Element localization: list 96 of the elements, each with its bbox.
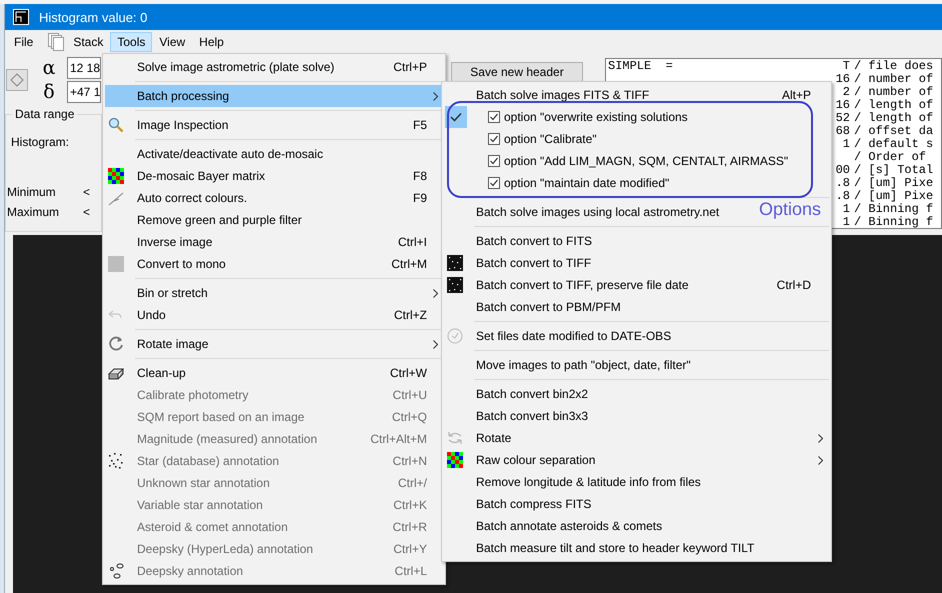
header-comment: / file does	[854, 60, 934, 73]
menu-item[interactable]: Clean-up Ctrl+W	[105, 362, 443, 384]
header-keyword: SIMPLE =	[608, 59, 673, 73]
magnifier-icon	[108, 117, 124, 133]
header-value: .8	[836, 189, 850, 203]
menu-bar-item[interactable]: View	[152, 32, 192, 52]
save-header-button[interactable]: Save new header	[451, 62, 583, 82]
header-comment: / Order of	[854, 151, 926, 164]
menu-item[interactable]: Batch convert to TIFF, preserve file date Ctrl+D	[444, 274, 829, 296]
header-comment: / default s	[854, 138, 934, 151]
menu-bar-item[interactable]: Stack	[66, 32, 110, 52]
app-icon	[13, 9, 29, 25]
chevron-right-icon	[818, 456, 822, 464]
menu-item[interactable]: Auto correct colours. F9	[105, 187, 443, 209]
pages-icon	[48, 33, 64, 51]
header-value: T	[842, 59, 850, 73]
header-comment: / number of	[854, 86, 934, 99]
menu-item[interactable]: Inverse image Ctrl+I	[105, 231, 443, 253]
menu-bar-item[interactable]: File	[7, 32, 40, 52]
window-title: Histogram value: 0	[39, 10, 148, 24]
coordinate-field[interactable]: +47 1	[67, 81, 101, 103]
color-grid-icon	[108, 168, 124, 184]
menu-item[interactable]: option "Calibrate"	[444, 128, 829, 150]
menu-item[interactable]: Batch convert bin2x2	[444, 383, 606, 405]
menu-item[interactable]: Set files date modified to DATE-OBS	[444, 325, 690, 347]
swap-arrows-icon	[447, 430, 463, 446]
menu-item[interactable]: option "Add LIM_MAGN, SQM, CENTALT, AIRMASS"	[444, 150, 829, 172]
menu-bar-item[interactable]: Help	[192, 32, 231, 52]
chevron-right-icon	[432, 92, 438, 100]
menu-item[interactable]: Activate/deactivate auto de-mosaic	[105, 143, 443, 165]
header-value: 1	[842, 215, 850, 228]
header-value: 16	[836, 98, 850, 112]
header-comment: / length of	[854, 99, 934, 112]
tile-icon	[447, 255, 463, 271]
header-comment: / number of	[854, 73, 934, 86]
header-value: 1	[842, 137, 850, 151]
eraser-icon	[108, 366, 124, 380]
menu-item[interactable]: Solve image astrometric (plate solve) Ctrl+P	[105, 56, 443, 78]
diagonal-line-icon	[108, 190, 124, 206]
menu-item[interactable]: Undo Ctrl+Z	[105, 304, 443, 326]
coordinate-symbol: α	[42, 57, 56, 79]
menu-item[interactable]: Batch compress FITS	[444, 493, 610, 515]
range-label: Maximum	[6, 205, 60, 219]
menu-item[interactable]: Rotate image	[105, 333, 443, 355]
menu-item[interactable]: Batch processing	[105, 85, 443, 107]
menu-item[interactable]: Raw colour separation	[444, 449, 829, 471]
histogram-label: Histogram:	[11, 135, 70, 149]
menu-item[interactable]: Batch annotate asteroids & comets	[444, 515, 680, 537]
header-value: .8	[836, 176, 850, 190]
annotation-label: Options	[759, 199, 822, 220]
circles-icon	[108, 563, 124, 579]
menu-item[interactable]: Remove longitude & latitude info from files	[444, 471, 719, 493]
header-value: 16	[836, 72, 850, 86]
header-value: 68	[836, 124, 850, 138]
diamond-button[interactable]	[6, 69, 28, 91]
menu-item[interactable]: Image Inspection F5	[105, 114, 443, 136]
menu-item[interactable]: Batch measure tilt and store to header keyword TILT	[444, 537, 772, 559]
rotate-icon	[108, 336, 124, 352]
menu-item[interactable]: De-mosaic Bayer matrix F8	[105, 165, 443, 187]
header-comment: / [um] Pixe	[854, 190, 934, 203]
stars-icon	[108, 453, 124, 469]
menu-item[interactable]: Batch convert bin3x3	[444, 405, 606, 427]
header-value: 00	[836, 163, 850, 177]
header-comment: / Binning f	[854, 216, 934, 228]
chevron-right-icon	[432, 340, 438, 348]
header-comment: / [s] Total	[854, 164, 934, 177]
menu-item[interactable]: Batch convert to PBM/PFM	[444, 296, 639, 318]
coordinate-symbol: δ	[42, 81, 56, 103]
menu-item[interactable]: Remove green and purple filter	[105, 209, 443, 231]
square-icon	[108, 256, 124, 272]
group-title: Data range	[12, 107, 78, 121]
chevron-right-icon	[818, 434, 822, 442]
menu-item[interactable]: Batch convert to TIFF	[444, 252, 610, 274]
header-value: 2	[842, 85, 850, 99]
menu-item[interactable]: Convert to mono Ctrl+M	[105, 253, 443, 275]
header-value: 52	[836, 111, 850, 125]
menu-item[interactable]: Rotate	[444, 427, 829, 449]
menu-item[interactable]: Batch convert to FITS	[444, 230, 610, 252]
menu-item[interactable]: option "overwrite existing solutions	[444, 106, 829, 128]
tile-icon	[447, 277, 463, 293]
menu-item[interactable]: option "maintain date modified"	[444, 172, 829, 194]
header-value: 1	[842, 202, 850, 216]
menu-bar-item[interactable]: Tools	[110, 32, 152, 52]
clock-icon	[447, 328, 463, 344]
header-comment: / offset da	[854, 125, 934, 138]
header-comment: / length of	[854, 112, 934, 125]
header-comment: / Binning f	[854, 203, 934, 216]
chevron-right-icon	[432, 288, 438, 298]
undo-icon	[108, 310, 122, 320]
range-label: Minimum	[6, 185, 57, 199]
menu-item[interactable]: Batch solve images using local astrometry.net	[444, 201, 738, 223]
coordinate-field[interactable]: 12 18	[67, 57, 101, 79]
menu-item[interactable]: Bin or stretch	[105, 282, 443, 304]
menu-item[interactable]: Move images to path "object, date, filter"	[444, 354, 709, 376]
header-comment: / [um] Pixe	[854, 177, 934, 190]
color-grid-icon	[447, 452, 463, 468]
